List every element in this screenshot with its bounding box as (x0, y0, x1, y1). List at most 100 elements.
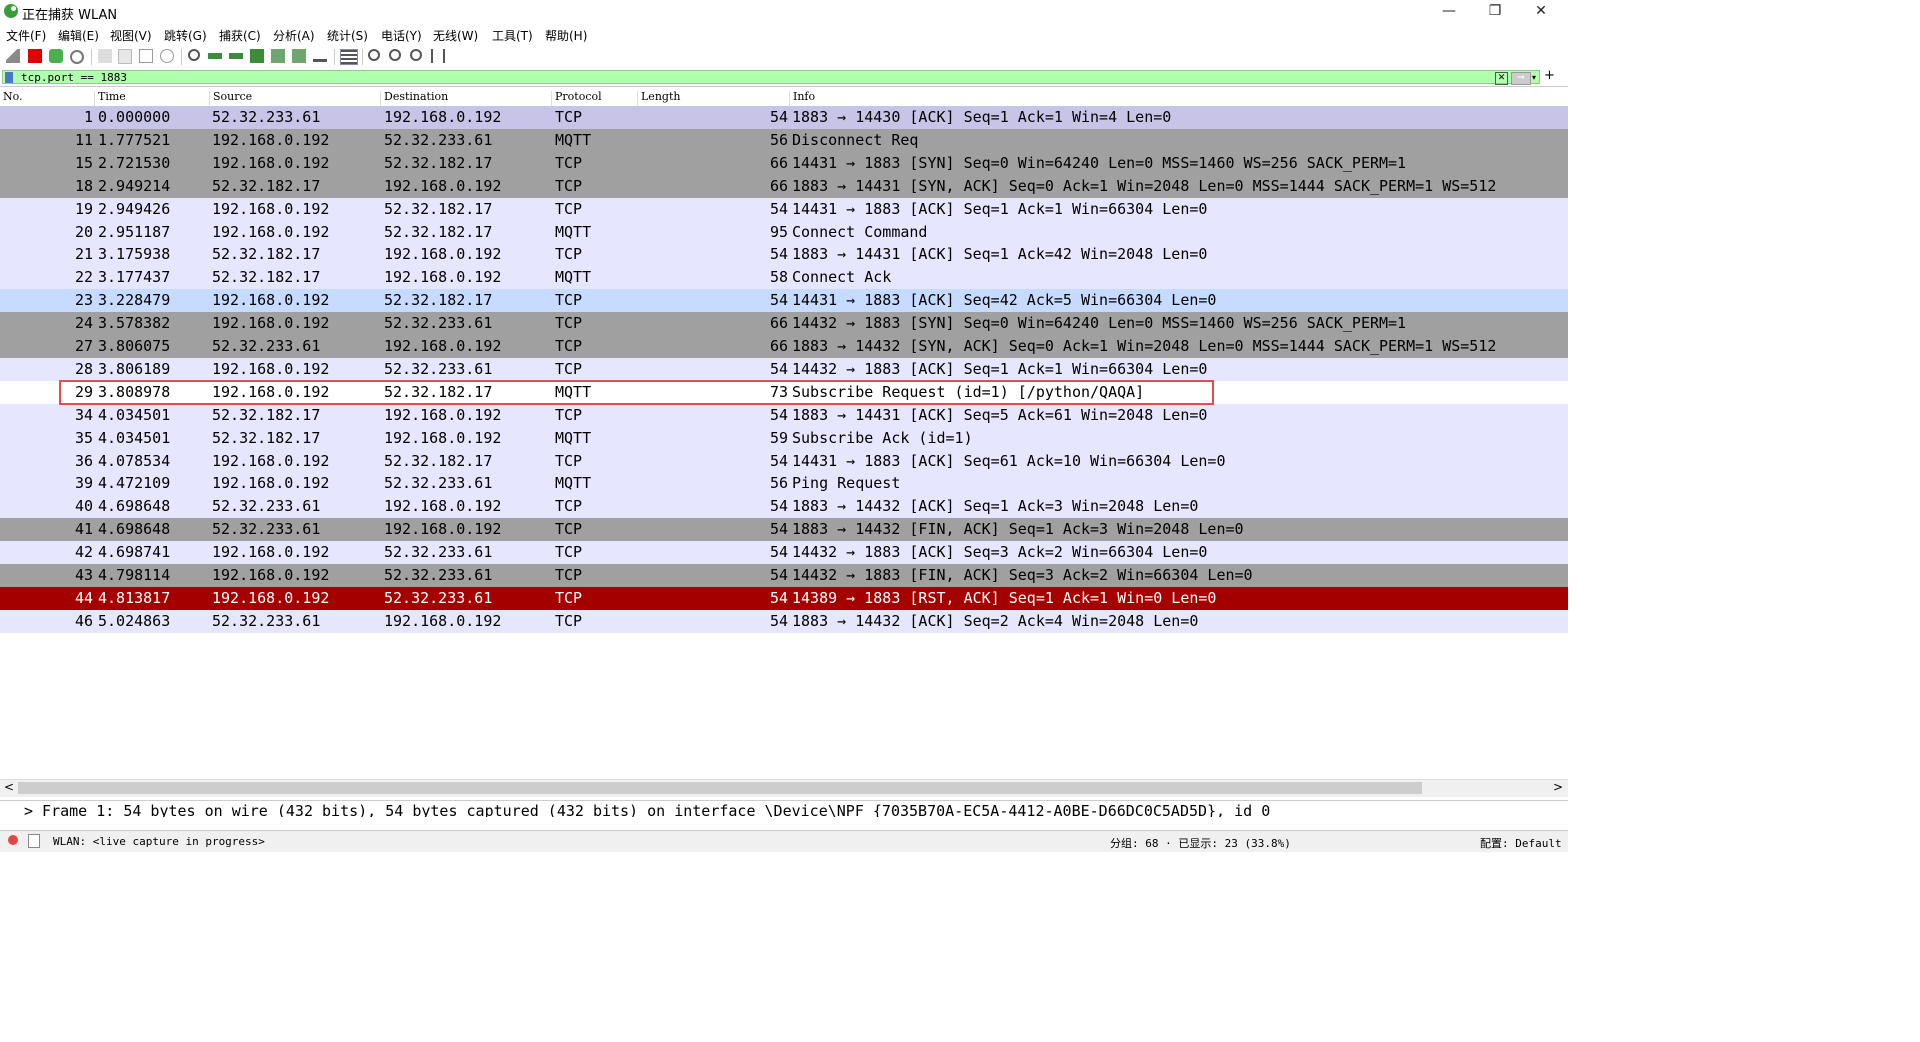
add-filter-button[interactable]: + (1544, 69, 1555, 83)
horizontal-scrollbar[interactable]: < > (0, 779, 1568, 797)
last-packet-icon[interactable] (292, 49, 306, 63)
go-to-packet-icon[interactable] (250, 49, 264, 63)
capture-comment-icon[interactable] (28, 834, 40, 848)
bookmark-icon[interactable] (5, 72, 13, 83)
table-row[interactable]: 19 2.949426 192.168.0.192 52.32.182.17 TCP 54… (0, 197, 1568, 221)
close-file-icon[interactable] (139, 49, 153, 63)
menu-statistics[interactable]: 统计(S) (327, 27, 368, 44)
table-row[interactable]: 27 3.806075 52.32.233.61 192.168.0.192 TCP 66… (0, 335, 1568, 358)
table-row[interactable]: 15 2.721530 192.168.0.192 52.32.182.17 TCP 66… (0, 151, 1568, 175)
packet-no: 15 (74, 153, 93, 172)
menu-go[interactable]: 跳转(G) (164, 27, 207, 44)
packet-info: 1883 → 14432 [ACK] Seq=2 Ack=4 Win=2048 … (792, 611, 1199, 630)
resize-columns-icon[interactable] (431, 49, 445, 63)
column-header-info[interactable]: Info (789, 91, 815, 106)
packet-source: 192.168.0.192 (212, 153, 330, 172)
scroll-left-arrow[interactable]: < (4, 780, 14, 794)
scroll-right-arrow[interactable]: > (1553, 780, 1563, 794)
scroll-thumb[interactable] (18, 782, 1422, 794)
table-row[interactable]: 21 3.175938 52.32.182.17 192.168.0.192 TCP 54… (0, 243, 1568, 267)
reload-file-icon[interactable] (160, 49, 174, 63)
table-row[interactable]: 39 4.472109 192.168.0.192 52.32.233.61 MQTT 5… (0, 472, 1568, 496)
status-bar: WLAN: <live capture in progress> 分组: 68 … (0, 830, 1568, 852)
table-row[interactable]: 35 4.034501 52.32.182.17 192.168.0.192 MQTT 5… (0, 426, 1568, 450)
menu-file[interactable]: 文件(F) (6, 27, 46, 44)
normal-size-icon[interactable] (410, 49, 422, 61)
packet-destination: 52.32.182.17 (384, 222, 493, 241)
packet-source: 52.32.182.17 (212, 268, 321, 287)
column-header-destination[interactable]: Destination (380, 91, 448, 106)
stop-capture-icon[interactable] (28, 49, 42, 63)
column-header-time[interactable]: Time (94, 91, 126, 106)
table-row[interactable]: 28 3.806189 192.168.0.192 52.32.233.61 TCP 54… (0, 357, 1568, 381)
expert-info-icon[interactable] (8, 835, 18, 845)
find-packet-icon[interactable] (188, 49, 200, 61)
table-row[interactable]: 42 4.698741 192.168.0.192 52.32.233.61 TCP 54… (0, 541, 1568, 565)
column-header-no[interactable]: No. (0, 91, 23, 106)
packet-protocol: TCP (555, 291, 583, 310)
start-capture-icon[interactable] (6, 49, 20, 63)
packet-info: 1883 → 14431 [SYN, ACK] Seq=0 Ack=1 Win=… (792, 176, 1497, 195)
packet-protocol: TCP (555, 359, 583, 378)
zoom-in-icon[interactable] (368, 49, 380, 61)
table-row[interactable]: 34 4.034501 52.32.182.17 192.168.0.192 TCP 54… (0, 403, 1568, 427)
table-row[interactable]: 22 3.177437 52.32.182.17 192.168.0.192 MQTT 5… (0, 266, 1568, 290)
packet-info: 14432 → 1883 [FIN, ACK] Seq=3 Ack=2 Win=… (792, 566, 1253, 584)
column-header-source[interactable]: Source (209, 91, 252, 106)
packet-destination: 192.168.0.192 (384, 108, 502, 126)
table-row[interactable]: 46 5.024863 52.32.233.61 192.168.0.192 TCP 54… (0, 609, 1568, 633)
restore-button[interactable]: ❐ (1472, 0, 1518, 24)
colorize-icon[interactable] (340, 49, 358, 65)
save-file-icon[interactable] (118, 49, 132, 64)
table-row[interactable]: 1 0.000000 52.32.233.61 192.168.0.192 TCP 54 1… (0, 106, 1568, 129)
packet-protocol: TCP (555, 199, 583, 218)
menu-wireless[interactable]: 无线(W) (433, 27, 478, 44)
filter-text[interactable]: tcp.port == 1883 (21, 71, 127, 85)
menu-analyze[interactable]: 分析(A) (273, 27, 315, 44)
close-button[interactable]: ✕ (1518, 0, 1564, 24)
menu-help[interactable]: 帮助(H) (545, 27, 587, 44)
packet-length: 59 (769, 428, 788, 447)
packet-time: 4.698648 (98, 497, 171, 516)
table-row[interactable]: 43 4.798114 192.168.0.192 52.32.233.61 TCP 54… (0, 564, 1568, 587)
packet-source: 192.168.0.192 (212, 199, 330, 218)
restart-capture-icon[interactable] (49, 49, 63, 63)
display-filter-input[interactable]: tcp.port == 1883 ✕ ⇒ ▾ (2, 70, 1541, 85)
go-forward-icon[interactable] (229, 53, 243, 59)
first-packet-icon[interactable] (271, 49, 285, 63)
menu-telephony[interactable]: 电话(Y) (381, 27, 422, 44)
frame-detail-line[interactable]: > Frame 1: 54 bytes on wire (432 bits), … (24, 802, 1270, 817)
table-row[interactable]: 41 4.698648 52.32.233.61 192.168.0.192 TCP 54… (0, 518, 1568, 542)
filter-dropdown-icon[interactable]: ▾ (1532, 72, 1541, 83)
capture-options-icon[interactable] (70, 50, 84, 64)
table-row[interactable]: 23 3.228479 192.168.0.192 52.32.182.17 TCP 54… (0, 289, 1568, 313)
menu-tools[interactable]: 工具(T) (492, 27, 533, 44)
menu-edit[interactable]: 编辑(E) (58, 27, 99, 44)
zoom-out-icon[interactable] (389, 49, 401, 61)
packet-length: 54 (769, 588, 788, 607)
table-row[interactable]: 18 2.949214 52.32.182.17 192.168.0.192 TCP 66… (0, 174, 1568, 198)
go-back-icon[interactable] (208, 53, 222, 59)
profile-text[interactable]: 配置: Default (1480, 835, 1562, 851)
table-row[interactable]: 36 4.078534 192.168.0.192 52.32.182.17 TCP 54… (0, 449, 1568, 473)
packet-destination: 192.168.0.192 (384, 497, 502, 516)
menu-view[interactable]: 视图(V) (110, 27, 152, 44)
column-header-length[interactable]: Length (637, 91, 680, 106)
autoscroll-icon[interactable] (313, 49, 327, 62)
minimize-button[interactable]: — (1426, 0, 1472, 24)
packet-protocol: MQTT (555, 428, 592, 447)
table-row[interactable]: 44 4.813817 192.168.0.192 52.32.233.61 TCP 54… (0, 586, 1568, 610)
clear-filter-icon[interactable]: ✕ (1495, 72, 1508, 85)
packet-protocol: TCP (555, 108, 583, 126)
open-file-icon[interactable] (98, 49, 112, 63)
menu-capture[interactable]: 捕获(C) (219, 27, 261, 44)
table-row[interactable]: 24 3.578382 192.168.0.192 52.32.233.61 TCP 66… (0, 312, 1568, 336)
table-row[interactable]: 11 1.777521 192.168.0.192 52.32.233.61 MQTT 5… (0, 128, 1568, 152)
packet-source: 52.32.233.61 (212, 108, 321, 126)
packet-source: 52.32.182.17 (212, 176, 321, 195)
column-header-protocol[interactable]: Protocol (551, 91, 602, 106)
packet-info: 1883 → 14432 [SYN, ACK] Seq=0 Ack=1 Win=… (792, 337, 1497, 355)
table-row[interactable]: 20 2.951187 192.168.0.192 52.32.182.17 MQTT 9… (0, 220, 1568, 244)
table-row[interactable]: 40 4.698648 52.32.233.61 192.168.0.192 TCP 54… (0, 495, 1568, 519)
apply-filter-button[interactable]: ⇒ (1511, 72, 1531, 85)
